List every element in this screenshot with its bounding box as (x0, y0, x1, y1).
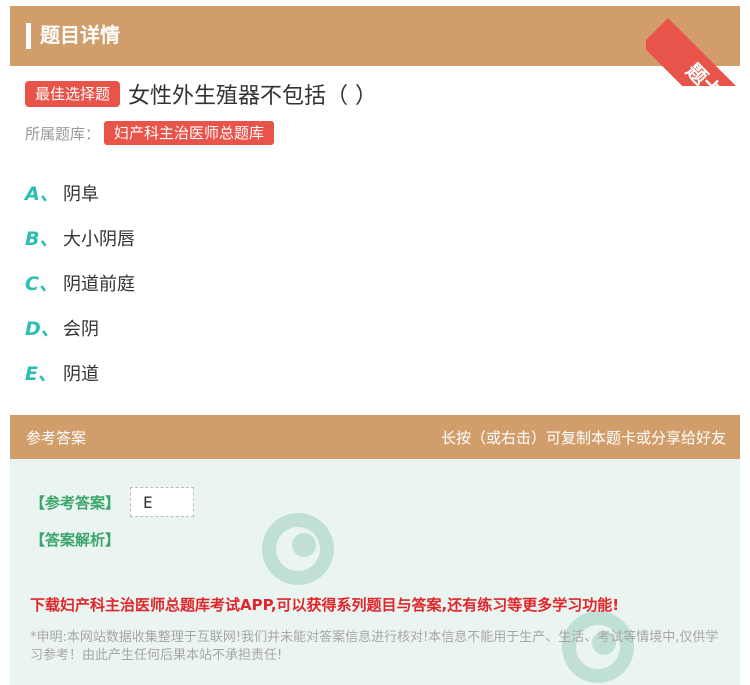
question-text: 女性外生殖器不包括（ ） (128, 84, 378, 109)
option-a[interactable]: A、 阴阜 (25, 170, 135, 215)
option-text: 阴道前庭 (63, 273, 135, 295)
option-letter: A、 (25, 183, 59, 205)
options-list: A、 阴阜 B、 大小阴唇 C、 阴道前庭 D、 会阴 E、 阴道 (25, 170, 135, 395)
share-hint: 长按（或右击）可复制本题卡或分享给好友 (440, 429, 726, 447)
option-e[interactable]: E、 阴道 (25, 350, 135, 395)
option-text: 阴阜 (63, 183, 99, 205)
option-text: 会阴 (63, 318, 99, 340)
title-bar: 题目详情 (10, 6, 740, 66)
title-accent-bar (26, 23, 31, 49)
watermark-logo-icon (262, 513, 334, 585)
option-letter: B、 (25, 228, 59, 250)
category-row: 所属题库： 妇产科主治医师总题库 (25, 120, 275, 146)
analysis-label: 【答案解析】 (30, 531, 121, 549)
corner-ribbon-label: 题卡 (646, 18, 750, 86)
answer-value: E (130, 487, 195, 517)
answer-line: 【参考答案】 E (30, 487, 195, 517)
option-c[interactable]: C、 阴道前庭 (25, 260, 135, 305)
option-d[interactable]: D、 会阴 (25, 305, 135, 350)
answer-label: 【参考答案】 (30, 493, 121, 512)
answer-section-header: 参考答案 长按（或右击）可复制本题卡或分享给好友 (10, 415, 740, 459)
option-text: 大小阴唇 (63, 228, 135, 250)
corner-ribbon: 题卡 (646, 0, 750, 86)
category-badge[interactable]: 妇产科主治医师总题库 (104, 121, 275, 145)
option-letter: D、 (25, 318, 60, 340)
option-b[interactable]: B、 大小阴唇 (25, 215, 135, 260)
option-letter: C、 (25, 273, 58, 295)
page-title: 题目详情 (40, 23, 120, 47)
question-row: 最佳选择题 女性外生殖器不包括（ ） (25, 78, 377, 110)
disclaimer-text: *申明:本网站数据收集整理于互联网!我们并未能对答案信息进行核对!本信息不能用于… (30, 630, 719, 663)
answer-panel: 【参考答案】 E 【答案解析】 下载妇产科主治医师总题库考试APP,可以获得系列… (10, 459, 740, 685)
answer-section-title: 参考答案 (26, 429, 87, 447)
option-letter: E、 (25, 363, 57, 385)
category-label: 所属题库： (25, 124, 101, 143)
option-text: 阴道 (63, 363, 99, 385)
question-type-badge: 最佳选择题 (25, 81, 121, 107)
app-download-promo[interactable]: 下载妇产科主治医师总题库考试APP,可以获得系列题目与答案,还有练习等更多学习功… (30, 594, 619, 615)
